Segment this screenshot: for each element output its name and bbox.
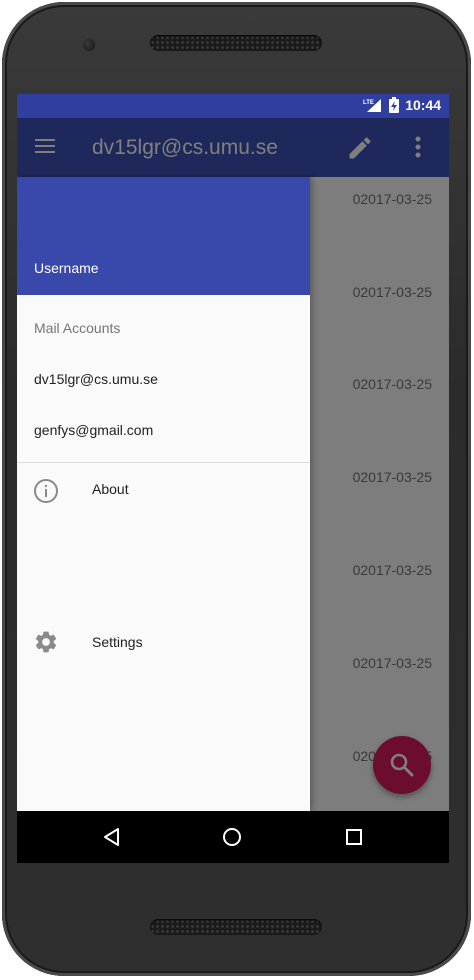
drawer-divider (17, 462, 310, 463)
drawer-header: Username (17, 177, 310, 295)
navigation-drawer: Username Mail Accounts dv15lgr@cs.umu.se… (17, 177, 310, 811)
menu-label-about: About (92, 481, 129, 497)
drawer-username: Username (34, 260, 99, 276)
front-camera (83, 39, 95, 51)
status-bar: LTE 10:44 (17, 94, 449, 118)
home-icon[interactable] (222, 827, 242, 847)
menu-label-settings: Settings (92, 634, 143, 650)
battery-charging-icon (389, 97, 400, 113)
screen: LTE 10:44 dv15lgr@cs.umu.se (17, 94, 449, 863)
status-time: 10:44 (405, 97, 441, 113)
earpiece-speaker (150, 35, 322, 51)
recents-icon[interactable] (345, 828, 363, 846)
back-icon[interactable] (102, 827, 122, 847)
account-item[interactable]: dv15lgr@cs.umu.se (34, 371, 158, 387)
account-item[interactable]: genfys@gmail.com (34, 422, 153, 438)
bottom-speaker (150, 919, 322, 935)
gear-icon (33, 629, 59, 655)
mail-accounts-subheader: Mail Accounts (34, 320, 121, 336)
svg-text:LTE: LTE (363, 100, 374, 106)
menu-item-about[interactable]: About (17, 467, 310, 515)
info-icon (33, 478, 59, 504)
navigation-bar (17, 811, 449, 863)
lte-signal-icon: LTE (363, 97, 383, 113)
menu-item-settings[interactable] (17, 618, 310, 666)
